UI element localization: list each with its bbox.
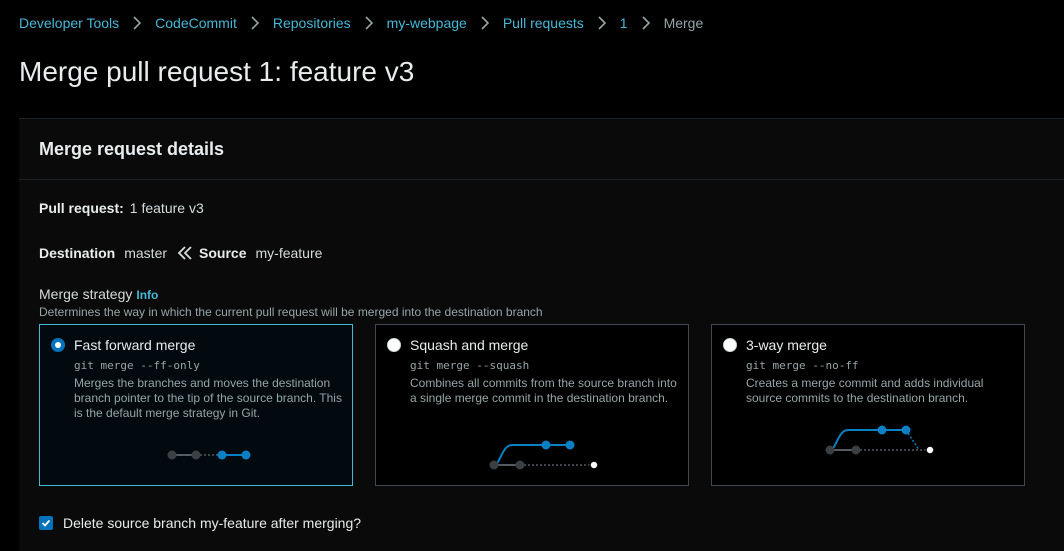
strategy-command: git merge --ff-only — [74, 359, 200, 372]
branches-row: Destination master Source my-feature — [39, 245, 322, 261]
pull-request-label: Pull request: — [39, 200, 124, 216]
chevron-right-icon — [584, 16, 620, 30]
page-title: Merge pull request 1: feature v3 — [19, 56, 415, 87]
three-way-merge-diagram-icon — [825, 425, 935, 455]
panel-divider — [19, 179, 1064, 180]
strategy-title: 3-way merge — [746, 337, 827, 353]
panel-title: Merge request details — [39, 139, 225, 159]
strategy-title: Fast forward merge — [74, 337, 196, 353]
radio-squash[interactable] — [387, 338, 401, 352]
breadcrumb-pull-request-1[interactable]: 1 — [620, 15, 628, 31]
strategy-title: Squash and merge — [410, 337, 529, 353]
delete-branch-checkbox[interactable] — [39, 516, 53, 530]
checkmark-icon — [41, 519, 51, 527]
merge-strategy-title: Merge strategy Info — [39, 286, 158, 302]
chevron-right-icon — [351, 16, 387, 30]
info-link[interactable]: Info — [136, 288, 158, 302]
breadcrumb-developer-tools[interactable]: Developer Tools — [19, 15, 119, 31]
breadcrumb: Developer Tools CodeCommit Repositories … — [19, 14, 703, 32]
strategy-description: Creates a merge commit and adds individu… — [746, 376, 984, 405]
delete-branch-label: Delete source branch my-feature after me… — [63, 515, 362, 531]
squash-diagram-icon — [489, 440, 599, 470]
breadcrumb-pull-requests[interactable]: Pull requests — [503, 15, 584, 31]
radio-fast-forward[interactable] — [51, 338, 65, 352]
fast-forward-diagram-icon — [167, 450, 251, 460]
merge-request-details-panel: Merge request details Pull request: 1 fe… — [19, 118, 1064, 551]
strategy-card-squash[interactable]: Squash and merge git merge --squash Comb… — [375, 324, 689, 486]
strategy-description: Combines all commits from the source bra… — [410, 376, 677, 405]
merge-strategy-label: Merge strategy — [39, 286, 133, 302]
source-branch: my-feature — [255, 245, 323, 261]
delete-branch-row: Delete source branch my-feature after me… — [39, 515, 361, 531]
strategy-command: git merge --no-ff — [746, 359, 859, 372]
strategy-card-fast-forward[interactable]: Fast forward merge git merge --ff-only M… — [39, 324, 353, 486]
strategy-command: git merge --squash — [410, 359, 530, 372]
chevron-right-icon — [467, 16, 503, 30]
breadcrumb-my-webpage[interactable]: my-webpage — [387, 15, 467, 31]
breadcrumb-codecommit[interactable]: CodeCommit — [155, 15, 237, 31]
destination-branch: master — [124, 245, 168, 261]
strategy-description: Merges the branches and moves the destin… — [74, 376, 342, 420]
merge-strategy-description: Determines the way in which the current … — [39, 305, 543, 319]
radio-3-way[interactable] — [723, 338, 737, 352]
destination-label: Destination — [39, 245, 116, 261]
chevron-right-icon — [628, 16, 664, 30]
chevron-right-icon — [237, 16, 273, 30]
source-label: Source — [199, 245, 247, 261]
pull-request-value: 1 feature v3 — [129, 200, 204, 216]
pull-request-row: Pull request: 1 feature v3 — [39, 200, 204, 216]
strategy-card-3-way[interactable]: 3-way merge git merge --no-ff Creates a … — [711, 324, 1025, 486]
double-chevron-left-icon — [177, 246, 192, 260]
breadcrumb-current: Merge — [663, 15, 704, 31]
breadcrumb-repositories[interactable]: Repositories — [273, 15, 351, 31]
chevron-right-icon — [119, 16, 155, 30]
